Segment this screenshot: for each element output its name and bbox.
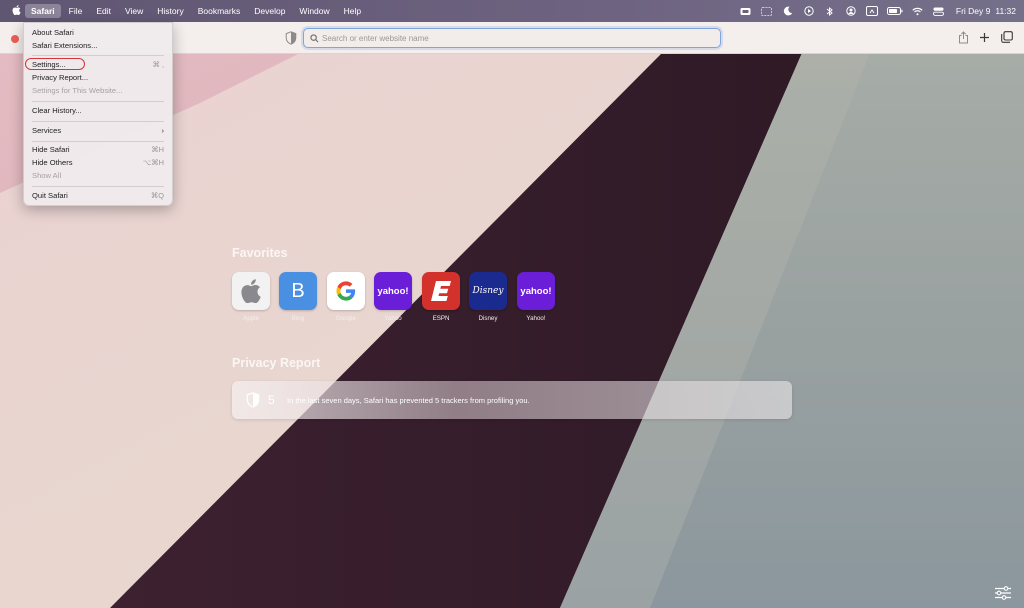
disney-tile-icon: Disney bbox=[469, 272, 507, 310]
yahoo-tile-icon: yahoo! bbox=[374, 272, 412, 310]
bing-tile-letter: B bbox=[291, 279, 305, 302]
stage-manager-icon[interactable] bbox=[740, 5, 752, 17]
favorite-espn[interactable]: ESPN bbox=[422, 272, 460, 322]
menu-item-label: Hide Others bbox=[32, 158, 73, 167]
settings-highlight-annotation bbox=[25, 58, 85, 70]
battery-icon[interactable] bbox=[886, 5, 903, 17]
favorite-label: Yahoo! bbox=[526, 315, 546, 322]
clock-time[interactable]: 11:32 bbox=[995, 6, 1016, 16]
moon-icon[interactable] bbox=[782, 5, 794, 17]
privacy-report-text: In the last seven days, Safari has preve… bbox=[287, 396, 530, 405]
menu-item-label: About Safari bbox=[32, 28, 74, 37]
menu-separator bbox=[32, 186, 164, 187]
menu-item-label: Show All bbox=[32, 171, 62, 180]
favorite-disney[interactable]: Disney Disney bbox=[469, 272, 507, 322]
menu-item-label: Settings for This Website... bbox=[32, 86, 123, 95]
menu-edit[interactable]: Edit bbox=[90, 4, 117, 18]
shield-icon bbox=[246, 392, 260, 408]
espn-tile-icon bbox=[422, 272, 460, 310]
address-bar[interactable] bbox=[303, 28, 721, 48]
menu-separator bbox=[32, 55, 164, 56]
menu-item-label: Quit Safari bbox=[32, 191, 68, 200]
menu-item-services[interactable]: Services › bbox=[32, 125, 164, 137]
status-area: Fri Dey 9 11:32 bbox=[740, 0, 1016, 22]
privacy-shield-icon[interactable] bbox=[285, 31, 297, 45]
menu-help[interactable]: Help bbox=[338, 4, 367, 18]
yahoo-tile-text: yahoo! bbox=[520, 285, 552, 297]
screen-icon[interactable] bbox=[761, 5, 773, 17]
favorite-bing[interactable]: B Bing bbox=[279, 272, 317, 322]
menu-window[interactable]: Window bbox=[293, 4, 335, 18]
menu-view[interactable]: View bbox=[119, 4, 149, 18]
menu-item-label: Hide Safari bbox=[32, 145, 70, 154]
menu-item-label: Services bbox=[32, 126, 62, 135]
apple-logo-icon bbox=[232, 272, 270, 310]
wifi-icon[interactable] bbox=[912, 5, 924, 17]
menu-item-hide-safari[interactable]: Hide Safari ⌘H bbox=[32, 144, 164, 156]
menu-separator bbox=[32, 141, 164, 142]
url-input[interactable] bbox=[322, 33, 702, 43]
account-icon[interactable] bbox=[845, 5, 857, 17]
menu-safari[interactable]: Safari bbox=[25, 4, 61, 18]
menu-item-settings-for-website: Settings for This Website... bbox=[32, 85, 164, 97]
menu-item-shortcut: ⌥⌘H bbox=[142, 158, 164, 167]
menu-item-label: Privacy Report... bbox=[32, 73, 89, 82]
menu-separator bbox=[32, 121, 164, 122]
play-icon[interactable] bbox=[803, 5, 815, 17]
favorites-title: Favorites bbox=[232, 246, 288, 260]
menu-item-shortcut: ⌘ , bbox=[152, 60, 165, 69]
clock-date[interactable]: Fri Dey 9 bbox=[956, 6, 990, 16]
menu-item-hide-others[interactable]: Hide Others ⌥⌘H bbox=[32, 157, 164, 169]
yahoo-tile-icon: yahoo! bbox=[517, 272, 555, 310]
menu-bookmarks[interactable]: Bookmarks bbox=[192, 4, 247, 18]
disney-tile-text: Disney bbox=[472, 286, 504, 296]
google-g-icon bbox=[327, 272, 365, 310]
tracker-count: 5 bbox=[268, 393, 275, 407]
bing-tile-icon: B bbox=[279, 272, 317, 310]
bluetooth-icon[interactable] bbox=[824, 5, 836, 17]
yahoo-tile-text: yahoo! bbox=[377, 285, 409, 297]
menu-item-safari-extensions[interactable]: Safari Extensions... bbox=[32, 40, 164, 52]
favorite-yahoo-2[interactable]: yahoo! Yahoo! bbox=[517, 272, 555, 322]
share-icon[interactable] bbox=[956, 30, 970, 44]
apple-menu-icon[interactable] bbox=[9, 4, 23, 18]
menu-history[interactable]: History bbox=[151, 4, 189, 18]
menu-bar: Safari File Edit View History Bookmarks … bbox=[0, 0, 1024, 22]
safari-menu-dropdown: About Safari Safari Extensions... Settin… bbox=[23, 22, 173, 206]
menu-item-clear-history[interactable]: Clear History... bbox=[32, 105, 164, 117]
chevron-right-icon: › bbox=[161, 126, 164, 135]
menu-item-label: Safari Extensions... bbox=[32, 41, 98, 50]
close-window-button[interactable] bbox=[11, 35, 19, 43]
desktop: Safari File Edit View History Bookmarks … bbox=[0, 0, 1024, 608]
display-icon[interactable] bbox=[865, 5, 878, 17]
privacy-report-title: Privacy Report bbox=[232, 356, 321, 370]
menu-item-privacy-report[interactable]: Privacy Report... bbox=[32, 72, 164, 84]
menu-file[interactable]: File bbox=[63, 4, 89, 18]
plus-icon[interactable] bbox=[977, 30, 991, 44]
favorite-yahoo[interactable]: yahoo! Yahoo bbox=[374, 272, 412, 322]
menu-item-label: Clear History... bbox=[32, 106, 82, 115]
menu-separator bbox=[32, 101, 164, 102]
menu-item-shortcut: ⌘H bbox=[151, 145, 164, 154]
menu-item-shortcut: ⌘Q bbox=[150, 191, 164, 200]
tabs-overview-icon[interactable] bbox=[1000, 30, 1014, 44]
menu-item-quit-safari[interactable]: Quit Safari ⌘Q bbox=[32, 190, 164, 202]
favorite-apple[interactable]: Apple bbox=[232, 272, 270, 322]
search-icon bbox=[310, 33, 319, 42]
menu-item-show-all: Show All bbox=[32, 170, 164, 182]
favorite-google[interactable]: Google bbox=[327, 272, 365, 322]
control-center-icon[interactable] bbox=[933, 5, 945, 17]
privacy-report-card[interactable]: 5 In the last seven days, Safari has pre… bbox=[232, 381, 792, 419]
menu-item-about-safari[interactable]: About Safari bbox=[32, 27, 164, 39]
menu-develop[interactable]: Develop bbox=[248, 4, 291, 18]
customize-start-page-icon[interactable] bbox=[994, 586, 1012, 600]
